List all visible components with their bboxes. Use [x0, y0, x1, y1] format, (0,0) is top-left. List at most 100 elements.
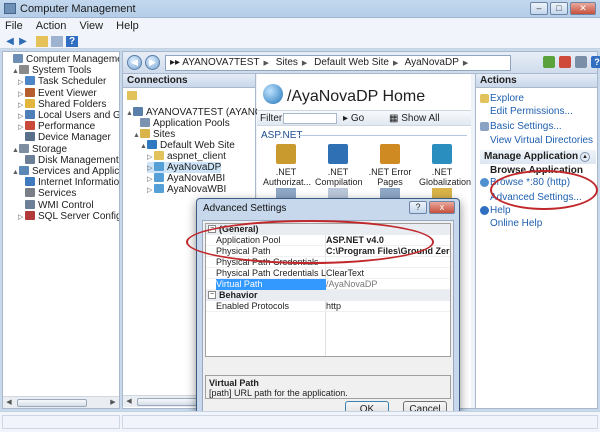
expand-arrow-icon[interactable]: ▲: [126, 108, 133, 119]
edit-permissions-link[interactable]: Edit Permissions...: [490, 106, 573, 117]
menu-help[interactable]: Help: [111, 18, 144, 32]
tree-item-label: aspnet_client: [167, 151, 226, 162]
category-general[interactable]: − (General): [206, 224, 450, 235]
tree-item[interactable]: Computer Management (Local: [6, 54, 119, 65]
help-icon[interactable]: ?: [591, 56, 600, 68]
folder-up-icon[interactable]: [36, 36, 48, 47]
show-hide-tree-icon[interactable]: [51, 36, 63, 47]
collapse-toggle-icon[interactable]: −: [208, 291, 216, 299]
breadcrumb-item[interactable]: Default Web Site: [314, 57, 389, 68]
maximize-button[interactable]: □: [550, 2, 568, 15]
feature-tile[interactable]: .NET Compilation: [315, 144, 363, 187]
close-button[interactable]: ✕: [570, 2, 596, 15]
tree-item[interactable]: Application Pools: [133, 118, 230, 129]
feature-label: Authorizat...: [263, 177, 312, 187]
property-value[interactable]: ClearText: [326, 268, 450, 279]
help-link[interactable]: Help: [490, 205, 511, 216]
feature-tile[interactable]: .NET Authorizat...: [263, 144, 312, 187]
feature-tile[interactable]: .NET Globalization: [419, 144, 471, 187]
actions-pane: Actions Explore Edit Permissions... Basi…: [475, 74, 597, 408]
property-row[interactable]: Physical Path Credentials Logon TClearTe…: [206, 268, 450, 279]
node-icon: [133, 107, 143, 116]
node-icon: [25, 199, 35, 209]
tree-item[interactable]: ▷ AyaNovaWBI: [147, 184, 226, 195]
tree-item[interactable]: Internet Information Se: [18, 177, 119, 188]
scroll-thumb[interactable]: [17, 399, 87, 407]
refresh-icon[interactable]: [543, 56, 555, 68]
back-button[interactable]: ◀: [127, 55, 142, 70]
expand-arrow-icon[interactable]: ▷: [147, 185, 154, 196]
manage-application-section[interactable]: Manage Application ▲: [480, 150, 596, 164]
property-row[interactable]: Virtual Path/AyaNovaDP: [206, 279, 450, 290]
collapse-toggle-icon[interactable]: −: [208, 225, 216, 233]
stop-icon[interactable]: [559, 56, 571, 68]
dialog-close-button[interactable]: x: [429, 201, 455, 214]
breadcrumb[interactable]: ▸▸ AYANOVA7TEST ▶ Sites ▶ Default Web Site…: [165, 55, 511, 71]
tree-item[interactable]: ▷Local Users and Groups: [18, 110, 119, 121]
expand-arrow-icon[interactable]: ▷: [18, 212, 25, 223]
property-row[interactable]: Physical Path Credentials: [206, 257, 450, 268]
browse-link[interactable]: Browse *:80 (http): [490, 177, 570, 188]
scroll-right-arrow-icon[interactable]: ▶: [107, 397, 119, 408]
advanced-settings-dialog: Advanced Settings ? x − (General) Applica…: [196, 198, 460, 426]
tree-item[interactable]: ▲ Storage: [12, 143, 67, 155]
home-icon[interactable]: [575, 56, 587, 68]
menu-view[interactable]: View: [74, 18, 108, 32]
tree-item[interactable]: ▷ Event Viewer: [18, 87, 97, 99]
collapse-icon[interactable]: ▲: [580, 152, 590, 162]
property-value[interactable]: C:\Program Files\Ground Zero Tech-W: [326, 246, 450, 257]
property-value[interactable]: http: [326, 301, 450, 312]
property-row[interactable]: Enabled Protocols http: [206, 301, 450, 312]
tree-item[interactable]: Device Manager: [18, 132, 111, 143]
tree-horizontal-scrollbar[interactable]: ◀ ▶: [3, 396, 119, 408]
menu-file[interactable]: File: [0, 18, 28, 32]
manage-application-title: Manage Application: [484, 151, 579, 162]
forward-button[interactable]: ▶: [145, 55, 160, 70]
tree-item[interactable]: WMI Control: [18, 199, 94, 211]
property-row[interactable]: Physical Path C:\Program Files\Ground Zer…: [206, 246, 450, 257]
tree-item[interactable]: ▷ SQL Server Configurati: [18, 210, 119, 223]
tree-item[interactable]: ▷ Performance: [18, 121, 95, 132]
breadcrumb-item[interactable]: Sites: [276, 57, 298, 68]
tree-item[interactable]: Disk Management: [18, 154, 119, 166]
tree-item[interactable]: Services: [18, 188, 76, 199]
minimize-button[interactable]: –: [530, 2, 548, 15]
show-all-button[interactable]: ▦ Show All: [389, 113, 440, 124]
breadcrumb-item[interactable]: AYANOVA7TEST: [182, 57, 259, 68]
expand-arrow-icon[interactable]: ▲: [133, 130, 140, 141]
scroll-left-arrow-icon[interactable]: ◀: [3, 397, 15, 408]
description-title: Virtual Path: [209, 378, 259, 388]
tree-item[interactable]: ▲ Default Web Site: [140, 140, 235, 151]
property-value[interactable]: /AyaNovaDP: [326, 279, 450, 290]
tree-item[interactable]: ▲ Sites: [133, 129, 175, 140]
basic-settings-link[interactable]: Basic Settings...: [490, 121, 562, 132]
go-button[interactable]: ▸ Go: [343, 113, 364, 124]
tree-item[interactable]: ▲Services and Applications: [12, 166, 119, 177]
view-virtual-directories-link[interactable]: View Virtual Directories: [490, 135, 593, 146]
advanced-settings-link[interactable]: Advanced Settings...: [490, 192, 582, 203]
property-row[interactable]: Application Pool ASP.NET v4.0: [206, 235, 450, 246]
help-icon[interactable]: ?: [66, 36, 78, 47]
connections-toolbar-icon[interactable]: [127, 91, 137, 100]
forward-arrow-icon[interactable]: ▶: [17, 36, 29, 47]
explore-link[interactable]: Explore: [490, 93, 524, 104]
filter-input[interactable]: [283, 113, 337, 124]
online-help-link[interactable]: Online Help: [490, 218, 542, 229]
scroll-left-arrow-icon[interactable]: ◀: [123, 396, 135, 407]
tree-item[interactable]: ▷ Task Scheduler: [18, 76, 106, 87]
category-behavior[interactable]: − Behavior: [206, 290, 450, 301]
node-icon: [25, 177, 35, 187]
tree-item[interactable]: ▷ aspnet_client: [147, 151, 226, 162]
breadcrumb-item[interactable]: AyaNovaDP: [405, 57, 459, 68]
tree-item[interactable]: ▷ AyaNovaMBI: [147, 173, 225, 184]
tree-item[interactable]: ▲ System Tools: [12, 65, 91, 76]
expand-arrow-icon[interactable]: ▲: [140, 141, 147, 152]
menu-action[interactable]: Action: [31, 18, 72, 32]
tree-item[interactable]: ▷ Shared Folders: [18, 98, 106, 110]
property-value[interactable]: ASP.NET v4.0: [326, 235, 450, 246]
dialog-help-button[interactable]: ?: [409, 201, 427, 214]
back-arrow-icon[interactable]: ◀: [4, 36, 16, 47]
feature-tile[interactable]: .NET Error Pages: [367, 144, 413, 187]
tree-item[interactable]: ▷ AyaNovaDP: [147, 162, 222, 173]
dialog-controls: ? x: [409, 201, 455, 214]
